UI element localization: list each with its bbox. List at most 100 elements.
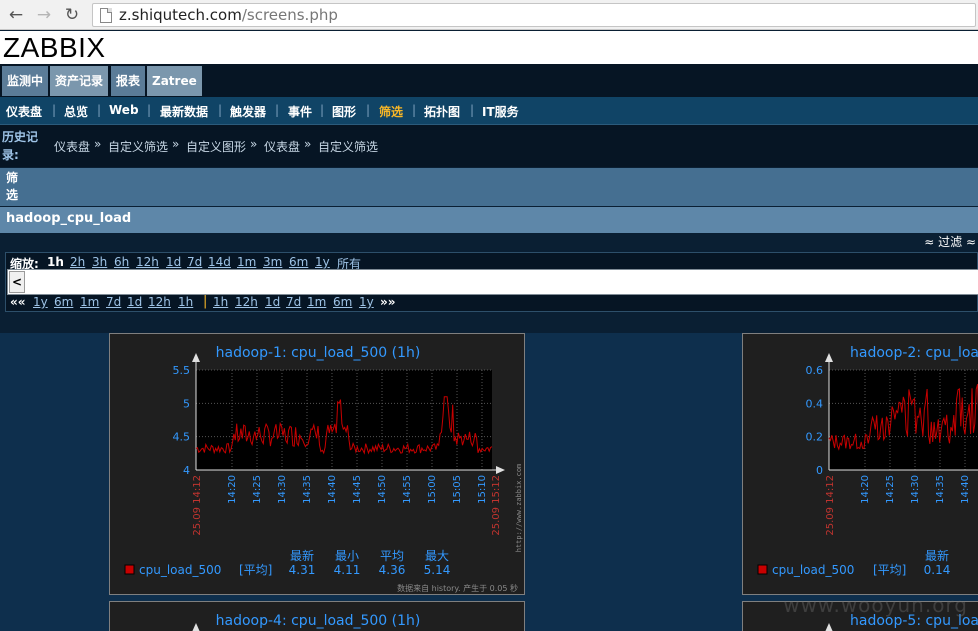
sub-menu: 仪表盘 | 总览 | Web | 最新数据 | 触发器 | 事件 | 图形 | …	[0, 97, 978, 125]
period-back-icon[interactable]: ««	[10, 295, 26, 309]
breadcrumb-item[interactable]: 自定义筛选	[318, 138, 378, 155]
period-forward-6m[interactable]: 6m	[333, 295, 352, 309]
plot-area	[196, 370, 492, 470]
legend-function: [平均]	[239, 563, 272, 577]
submenu-it-services[interactable]: IT服务	[482, 103, 519, 120]
period-forward-1m[interactable]: 1m	[307, 295, 326, 309]
graph-cell[interactable]: hadoop-2: cpu_load_500 (1h) 0 0.2 0.4 0.6 1…	[742, 333, 978, 595]
breadcrumb-item[interactable]: 仪表盘	[264, 138, 300, 155]
period-back-1d[interactable]: 1d	[127, 295, 142, 309]
main-tabs: 监测中 资产记录 报表 Zatree	[0, 64, 978, 97]
filter-header: 筛选	[0, 168, 978, 206]
zoom-option-2h[interactable]: 2h	[70, 255, 85, 269]
breadcrumb-separator: »	[94, 137, 102, 151]
graph-cell[interactable]: hadoop-1: cpu_load_500 (1h) 4 4.5 5 5.5 14:…	[109, 333, 525, 595]
zoom-option-12h[interactable]: 12h	[136, 255, 159, 269]
period-back-12h[interactable]: 12h	[148, 295, 171, 309]
x-tick-label: 14:20	[227, 475, 238, 504]
submenu-web[interactable]: Web	[109, 103, 139, 117]
period-forward-1d[interactable]: 1d	[265, 295, 280, 309]
history-label: 历史记录:	[2, 130, 39, 162]
graph-hadoop-1[interactable]: hadoop-1: cpu_load_500 (1h) 4 4.5 5 5.5 14:…	[110, 334, 526, 596]
legend-value-min: 4.11	[334, 563, 361, 577]
period-back-1m[interactable]: 1m	[80, 295, 99, 309]
tab-inventory[interactable]: 资产记录	[50, 66, 109, 96]
y-axis-arrow-icon	[192, 623, 200, 631]
collapse-up-icon: ≈	[924, 235, 939, 249]
time-scrollbar[interactable]: <	[7, 269, 978, 295]
x-tick-label: 14:30	[910, 475, 921, 504]
page-root: ← → ↻ z.shiqutech.com/screens.php ZABBIX…	[0, 0, 978, 631]
submenu-triggers[interactable]: 触发器	[230, 103, 266, 120]
period-back-1h[interactable]: 1h	[178, 295, 193, 309]
zoom-option-7d[interactable]: 7d	[187, 255, 202, 269]
period-forward-7d[interactable]: 7d	[286, 295, 301, 309]
tab-zatree[interactable]: Zatree	[147, 66, 202, 96]
x-tick-label: 14:45	[352, 475, 363, 504]
address-bar[interactable]: z.shiqutech.com/screens.php	[92, 3, 976, 27]
zoom-option-6h[interactable]: 6h	[114, 255, 129, 269]
submenu-events[interactable]: 事件	[288, 103, 312, 120]
period-back-6m[interactable]: 6m	[54, 295, 73, 309]
zoom-option-1h[interactable]: 1h	[47, 255, 64, 269]
period-back-7d[interactable]: 7d	[106, 295, 121, 309]
period-forward-1y[interactable]: 1y	[359, 295, 374, 309]
zoom-option-1d[interactable]: 1d	[166, 255, 181, 269]
reload-icon[interactable]: ↻	[62, 5, 82, 25]
x-tick-labels: 14:20 14:25 14:30 14:35 14:40 14:45 14:50 14:55…	[227, 475, 488, 504]
tab-reports[interactable]: 报表	[111, 66, 146, 96]
legend-header-max: 最大	[425, 549, 449, 563]
zoom-option-3h[interactable]: 3h	[92, 255, 107, 269]
tab-monitoring[interactable]: 监测中	[2, 66, 49, 96]
x-tick-label: 14:50	[377, 475, 388, 504]
period-separator: |	[203, 294, 208, 309]
zoom-option-14d[interactable]: 14d	[208, 255, 231, 269]
breadcrumb-item[interactable]: 自定义图形	[186, 138, 246, 155]
start-time-label: 25.09 14:12	[192, 475, 203, 536]
submenu-graphs[interactable]: 图形	[332, 103, 356, 120]
submenu-overview[interactable]: 总览	[64, 103, 88, 120]
logo-bar: ZABBIX	[0, 31, 978, 64]
x-tick-label: 14:40	[960, 475, 971, 504]
period-forward-icon[interactable]: »»	[380, 295, 396, 309]
filter-title: 筛选	[6, 171, 19, 202]
period-forward-12h[interactable]: 12h	[235, 295, 258, 309]
legend-header-min: 最小	[335, 549, 359, 563]
graph-hadoop-4[interactable]: hadoop-4: cpu_load_500 (1h)	[110, 602, 526, 631]
graph-hadoop-2[interactable]: hadoop-2: cpu_load_500 (1h) 0 0.2 0.4 0.6 1…	[743, 334, 978, 596]
y-tick-label: 5	[183, 397, 190, 410]
page-icon	[100, 8, 112, 23]
submenu-dashboard[interactable]: 仪表盘	[6, 103, 42, 120]
breadcrumb-item[interactable]: 自定义筛选	[108, 138, 168, 155]
zoom-option-1y[interactable]: 1y	[315, 255, 330, 269]
filter-toggle[interactable]: ≈ 过滤 ≈	[924, 233, 976, 250]
zoom-option-3m[interactable]: 3m	[263, 255, 282, 269]
y-tick-label: 0	[816, 464, 823, 477]
zoom-option-6m[interactable]: 6m	[289, 255, 308, 269]
x-tick-label: 14:25	[252, 475, 263, 504]
submenu-maps[interactable]: 拓扑图	[424, 103, 460, 120]
x-tick-label: 14:25	[885, 475, 896, 504]
period-back-1y[interactable]: 1y	[33, 295, 48, 309]
zabbix-logo[interactable]: ZABBIX	[3, 32, 106, 64]
x-tick-label: 15:10	[477, 475, 488, 504]
forward-arrow-icon[interactable]: →	[34, 5, 54, 25]
x-tick-label: 15:05	[452, 475, 463, 504]
submenu-separator: |	[97, 103, 102, 117]
x-tick-label: 14:20	[860, 475, 871, 504]
back-arrow-icon[interactable]: ←	[6, 5, 26, 25]
zoom-option-1m[interactable]: 1m	[237, 255, 256, 269]
submenu-separator: |	[218, 103, 223, 117]
submenu-separator: |	[470, 103, 475, 117]
breadcrumb-item[interactable]: 仪表盘	[54, 138, 90, 155]
x-tick-label: 14:55	[402, 475, 413, 504]
y-axis-arrow-icon	[192, 353, 200, 362]
submenu-screens[interactable]: 筛选	[379, 103, 403, 120]
graph-cell[interactable]: hadoop-4: cpu_load_500 (1h)	[109, 601, 525, 631]
submenu-separator: |	[275, 103, 280, 117]
legend-value-max: 5.14	[424, 563, 451, 577]
x-tick-labels: 14:20 14:25 14:30 14:35 14:40	[860, 475, 971, 504]
period-forward-1h[interactable]: 1h	[213, 295, 228, 309]
scroll-left-button[interactable]: <	[9, 271, 25, 293]
submenu-latest-data[interactable]: 最新数据	[160, 103, 208, 120]
